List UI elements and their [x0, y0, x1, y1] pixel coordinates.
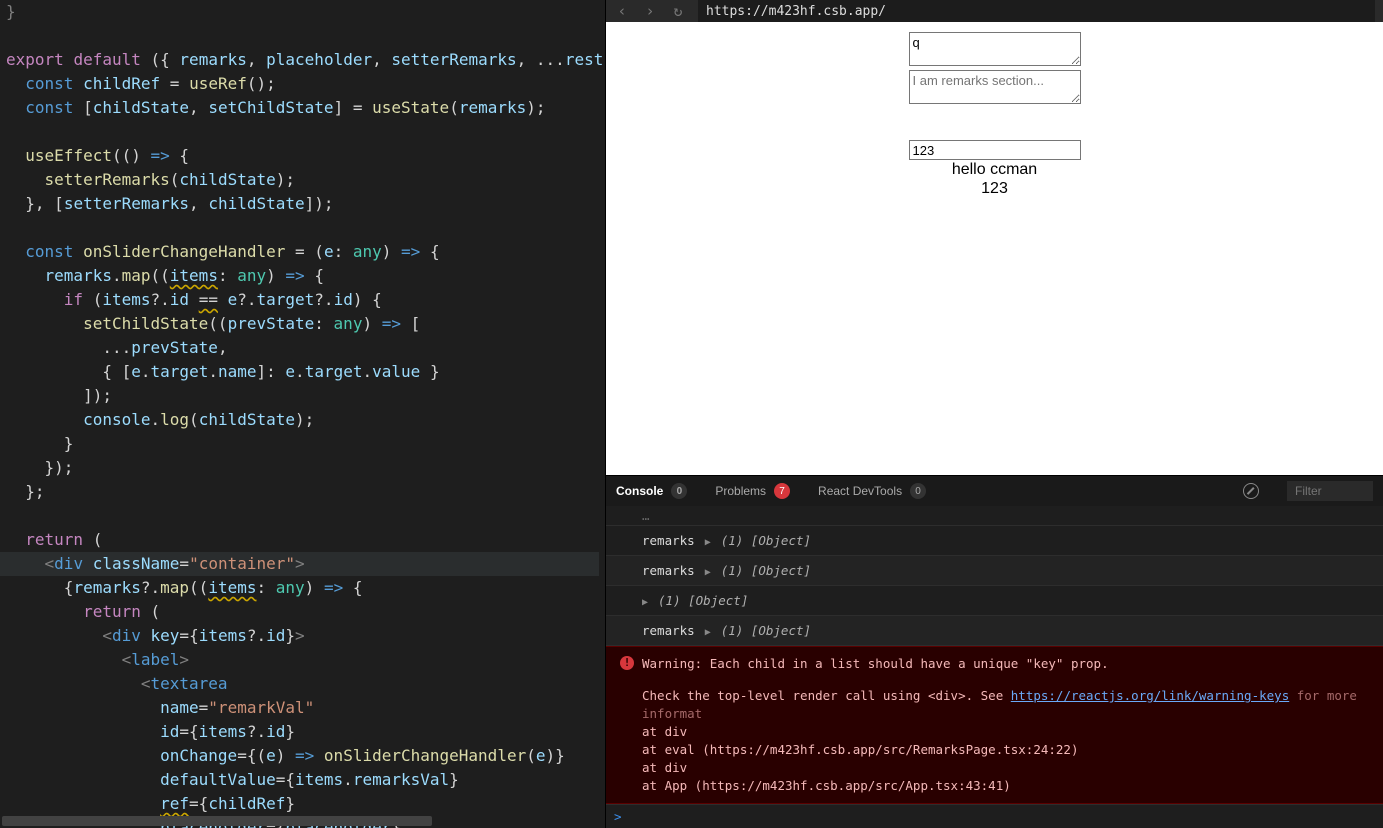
horizontal-scrollbar[interactable] — [0, 816, 605, 828]
tab-label: Problems — [715, 484, 766, 498]
error-icon: ! — [620, 656, 634, 670]
code-line[interactable]: return ( — [6, 528, 605, 552]
remarks-textarea-2[interactable] — [909, 70, 1081, 104]
code-line[interactable]: ref={childRef} — [6, 792, 605, 816]
stack-frame: at App (https://m423hf.csb.app/src/App.t… — [642, 777, 1375, 795]
tab-badge: 0 — [671, 483, 687, 499]
console-warning: ! Warning: Each child in a list should h… — [606, 646, 1383, 804]
code-line[interactable] — [6, 24, 605, 48]
expand-icon[interactable]: ▶ — [642, 597, 648, 608]
console-row[interactable]: ▶ (1) [Object] — [606, 586, 1383, 616]
tab-badge: 0 — [910, 483, 926, 499]
code-line[interactable]: const onSliderChangeHandler = (e: any) =… — [6, 240, 605, 264]
devtools-tab-problems[interactable]: Problems 7 — [715, 483, 790, 499]
code-editor-pane[interactable]: } export default ({ remarks, placeholder… — [0, 0, 605, 828]
code-line[interactable]: ]); — [6, 384, 605, 408]
warning-link[interactable]: https://reactjs.org/link/warning-keys — [1011, 688, 1289, 703]
code-line[interactable]: if (items?.id == e?.target?.id) { — [6, 288, 605, 312]
console-log-object[interactable]: (1) [Object] — [721, 623, 811, 638]
console-row[interactable]: remarks ▶ (1) [Object] — [606, 526, 1383, 556]
code-area[interactable]: } export default ({ remarks, placeholder… — [0, 0, 605, 828]
code-line[interactable]: export default ({ remarks, placeholder, … — [6, 48, 605, 72]
stack-frame: at eval (https://m423hf.csb.app/src/Rema… — [642, 741, 1375, 759]
clear-console-icon[interactable] — [1243, 483, 1259, 499]
console-log-label: remarks — [642, 623, 695, 638]
code-line[interactable]: const [childState, setChildState] = useS… — [6, 96, 605, 120]
stack-frame: at div — [642, 723, 1375, 741]
tab-badge: 7 — [774, 483, 790, 499]
console-log-object[interactable]: (1) [Object] — [658, 593, 748, 608]
code-line[interactable]: <div className="container"> — [0, 552, 599, 576]
code-line[interactable]: defaultValue={items.remarksVal} — [6, 768, 605, 792]
warning-body: Check the top-level render call using <d… — [642, 687, 1375, 723]
code-line[interactable] — [6, 120, 605, 144]
console-filter-input[interactable] — [1287, 481, 1373, 501]
code-line[interactable]: setChildState((prevState: any) => [ — [6, 312, 605, 336]
console-row-truncated: … — [606, 506, 1383, 526]
code-line[interactable]: } — [6, 432, 605, 456]
console-output[interactable]: … remarks ▶ (1) [Object] remarks ▶ (1) [Objec… — [606, 506, 1383, 828]
remarks-textarea-1[interactable]: q — [909, 32, 1081, 66]
app-preview: q hello ccman 123 — [606, 22, 1383, 475]
url-input[interactable] — [698, 0, 1375, 22]
code-line[interactable] — [6, 504, 605, 528]
code-line[interactable]: console.log(childState); — [6, 408, 605, 432]
code-line[interactable]: const childRef = useRef(); — [6, 72, 605, 96]
code-line[interactable]: }; — [6, 480, 605, 504]
code-line[interactable]: <textarea — [6, 672, 605, 696]
code-line[interactable]: }, [setterRemarks, childState]); — [6, 192, 605, 216]
code-line[interactable]: id={items?.id} — [6, 720, 605, 744]
tab-label: React DevTools — [818, 484, 902, 498]
devtools-tab-console[interactable]: Console 0 — [616, 483, 687, 499]
reload-icon[interactable]: ↻ — [670, 2, 686, 20]
code-line[interactable] — [6, 216, 605, 240]
warning-title: Warning: Each child in a list should hav… — [642, 655, 1375, 673]
warning-stack: at div at eval (https://m423hf.csb.app/s… — [642, 723, 1375, 795]
code-line[interactable]: {remarks?.map((items: any) => { — [6, 576, 605, 600]
preview-text-line-1: hello ccman — [952, 161, 1037, 179]
code-line[interactable]: return ( — [6, 600, 605, 624]
code-line[interactable]: { [e.target.name]: e.target.value } — [6, 360, 605, 384]
console-log-object[interactable]: (1) [Object] — [721, 533, 811, 548]
code-line[interactable]: useEffect(() => { — [6, 144, 605, 168]
devtools-tabs: Console 0 Problems 7 React DevTools 0 — [606, 476, 1383, 506]
right-pane: ‹ › ↻ q hello ccman 123 Console 0 Problems… — [605, 0, 1383, 828]
code-line[interactable]: <label> — [6, 648, 605, 672]
code-line[interactable]: name="remarkVal" — [6, 696, 605, 720]
code-line[interactable]: ...prevState, — [6, 336, 605, 360]
expand-icon[interactable]: ▶ — [705, 567, 711, 578]
preview-text-input[interactable] — [909, 140, 1081, 160]
code-line[interactable]: remarks.map((items: any) => { — [6, 264, 605, 288]
code-line[interactable]: } — [6, 0, 605, 24]
stack-frame: at div — [642, 759, 1375, 777]
horizontal-scrollbar-thumb[interactable] — [2, 816, 432, 826]
expand-icon[interactable]: ▶ — [705, 537, 711, 548]
preview-text-line-2: 123 — [981, 180, 1008, 198]
back-icon[interactable]: ‹ — [614, 2, 630, 20]
console-row[interactable]: remarks ▶ (1) [Object] — [606, 616, 1383, 646]
console-log-label: remarks — [642, 563, 695, 578]
expand-icon[interactable]: ▶ — [705, 627, 711, 638]
code-line[interactable]: <div key={items?.id}> — [6, 624, 605, 648]
console-log-object[interactable]: (1) [Object] — [721, 563, 811, 578]
devtools-tab-react-devtools[interactable]: React DevTools 0 — [818, 483, 926, 499]
console-log-label: remarks — [642, 533, 695, 548]
console-row[interactable]: remarks ▶ (1) [Object] — [606, 556, 1383, 586]
code-line[interactable]: onChange={(e) => onSliderChangeHandler(e… — [6, 744, 605, 768]
code-line[interactable]: }); — [6, 456, 605, 480]
console-prompt[interactable]: > — [606, 804, 1383, 828]
browser-toolbar: ‹ › ↻ — [606, 0, 1383, 22]
tab-label: Console — [616, 484, 663, 498]
devtools-panel: Console 0 Problems 7 React DevTools 0 … remar… — [606, 475, 1383, 828]
code-line[interactable]: setterRemarks(childState); — [6, 168, 605, 192]
forward-icon[interactable]: › — [642, 2, 658, 20]
